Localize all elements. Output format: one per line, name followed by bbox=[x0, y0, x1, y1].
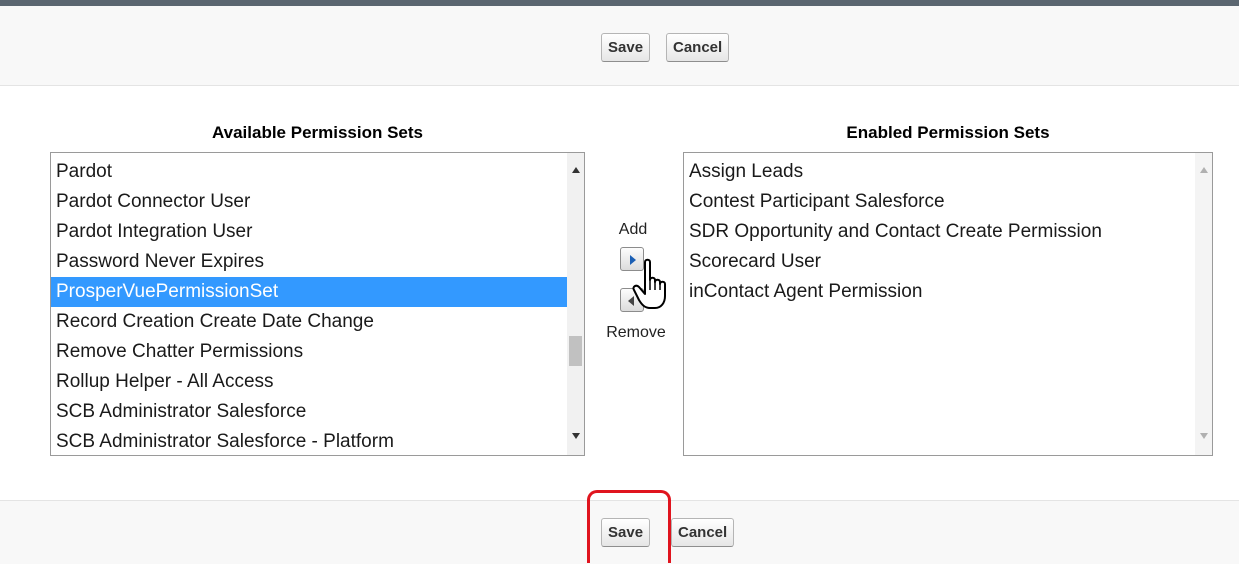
save-highlight-box bbox=[587, 490, 671, 563]
scroll-up-arrow-icon[interactable] bbox=[1200, 167, 1208, 173]
enabled-listbox[interactable]: Assign Leads Contest Participant Salesfor… bbox=[683, 152, 1213, 456]
list-item[interactable]: Contest Participant Salesforce bbox=[684, 187, 1195, 217]
scroll-down-arrow-icon[interactable] bbox=[572, 433, 580, 439]
remove-label: Remove bbox=[606, 324, 666, 341]
available-scrollbar[interactable] bbox=[567, 153, 584, 455]
list-item[interactable]: Scorecard User bbox=[684, 247, 1195, 277]
list-item[interactable]: ProsperVuePermissionSet bbox=[51, 277, 567, 307]
list-item[interactable]: SCB Administrator Salesforce bbox=[51, 397, 567, 427]
scroll-up-arrow-icon[interactable] bbox=[572, 167, 580, 173]
cancel-button-top[interactable]: Cancel bbox=[666, 33, 730, 62]
available-list: Pardot Pardot Connector User Pardot Integr… bbox=[51, 153, 567, 455]
list-item[interactable]: Assign Leads bbox=[684, 157, 1195, 187]
available-heading: Available Permission Sets bbox=[211, 123, 424, 142]
hand-pointer-cursor-icon bbox=[632, 258, 666, 309]
cancel-button-bottom[interactable]: Cancel bbox=[671, 518, 735, 547]
scroll-thumb[interactable] bbox=[569, 336, 582, 366]
list-item[interactable]: Password Never Expires bbox=[51, 247, 567, 277]
enabled-heading: Enabled Permission Sets bbox=[846, 123, 1050, 142]
list-item[interactable]: Pardot bbox=[51, 157, 567, 187]
enabled-scrollbar[interactable] bbox=[1195, 153, 1212, 455]
save-button-top[interactable]: Save bbox=[601, 33, 651, 62]
enabled-list: Assign Leads Contest Participant Salesfor… bbox=[684, 153, 1195, 455]
list-item[interactable]: Pardot Integration User bbox=[51, 217, 567, 247]
scroll-down-arrow-icon[interactable] bbox=[1200, 433, 1208, 439]
add-label: Add bbox=[618, 221, 648, 238]
list-item[interactable]: Rollup Helper - All Access bbox=[51, 367, 567, 397]
available-listbox[interactable]: Pardot Pardot Connector User Pardot Integr… bbox=[50, 152, 585, 456]
list-item[interactable]: Pardot Connector User bbox=[51, 187, 567, 217]
list-item[interactable]: inContact Agent Permission bbox=[684, 277, 1195, 307]
list-item[interactable]: Record Creation Create Date Change bbox=[51, 307, 567, 337]
list-item[interactable]: Remove Chatter Permissions bbox=[51, 337, 567, 367]
list-item[interactable]: SCB Administrator Salesforce - Platform bbox=[51, 427, 567, 455]
list-item[interactable]: SDR Opportunity and Contact Create Permi… bbox=[684, 217, 1195, 247]
